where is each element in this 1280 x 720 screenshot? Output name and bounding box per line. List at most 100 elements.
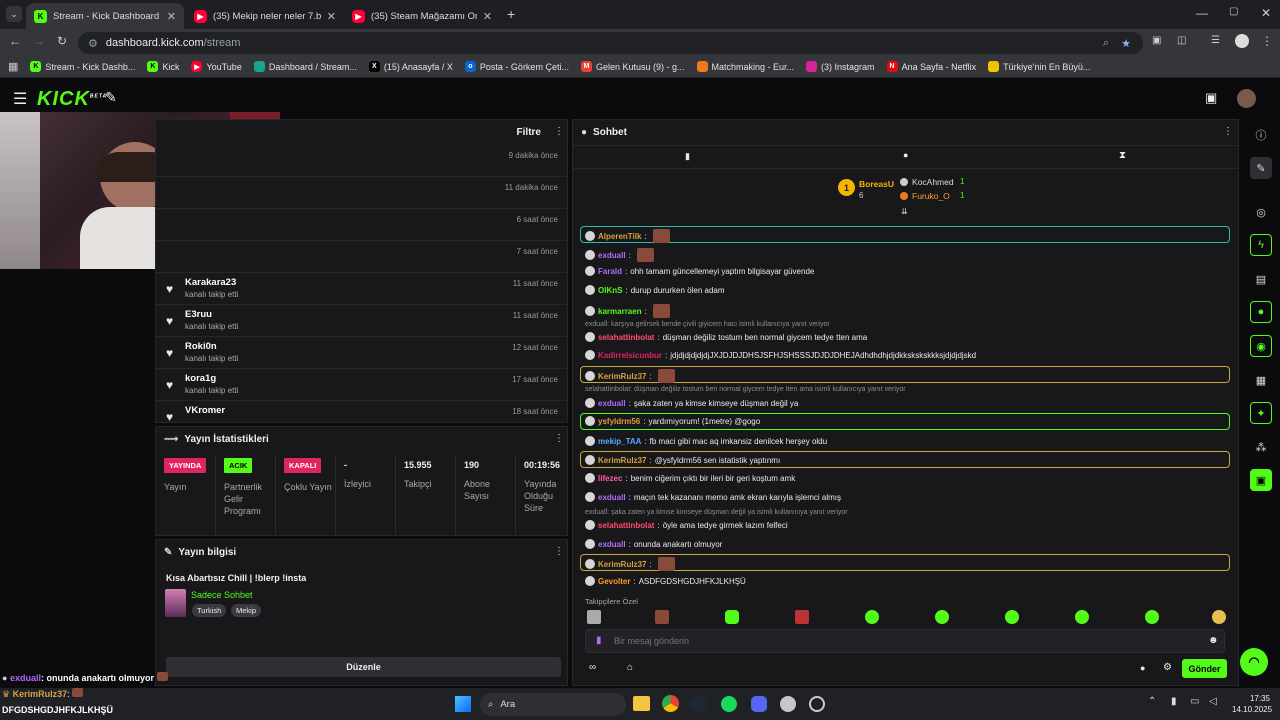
chat-username[interactable]: mekip_TAA: [598, 437, 641, 446]
activity-row[interactable]: 9 dakika önce: [156, 145, 567, 177]
chat-message[interactable]: KerimRulz37:: [585, 369, 675, 383]
close-tab-icon[interactable]: ✕: [167, 10, 176, 23]
wrench-dock-icon[interactable]: ✦: [1250, 402, 1272, 424]
tab-kick-dashboard[interactable]: K Stream - Kick Dashboard ✕: [26, 3, 184, 29]
chat-message[interactable]: KerimRulz37: @ysfyldrm56 sen istatistik y…: [585, 455, 780, 465]
scroll-down-icon[interactable]: ⇊: [901, 207, 908, 216]
user-avatar[interactable]: [1237, 89, 1256, 108]
chat-settings-bubble-icon[interactable]: ●: [1140, 663, 1145, 673]
taskbar-clock[interactable]: 17:35 14.10.2025: [1232, 693, 1272, 715]
chat-username[interactable]: ysfyldrm56: [598, 417, 640, 426]
apps-grid-icon[interactable]: ▦: [8, 60, 18, 73]
chat-message[interactable]: lifezec: benim ciğerim çıktı bir ileri bi…: [585, 473, 795, 483]
emote-icon[interactable]: [1145, 610, 1159, 624]
network-icon[interactable]: ▭: [1190, 696, 1199, 707]
filter-button[interactable]: Filtre: [517, 127, 541, 138]
minimize-icon[interactable]: —: [1196, 6, 1208, 20]
reload-icon[interactable]: ↻: [57, 34, 67, 48]
send-button[interactable]: Gönder: [1182, 659, 1227, 678]
activity-row[interactable]: 6 saat önce: [156, 209, 567, 241]
site-info-icon[interactable]: ⚙: [88, 37, 98, 50]
edit-pencil-icon[interactable]: ✎: [1250, 157, 1272, 179]
forward-icon[interactable]: →: [33, 34, 45, 48]
bookmark-item[interactable]: K Stream - Kick Dashb...: [30, 61, 135, 72]
leader-name[interactable]: Furuko_O: [912, 191, 950, 201]
microphone-tray-icon[interactable]: ▮: [1171, 696, 1177, 707]
bookmark-star-icon[interactable]: ★: [1121, 37, 1131, 50]
tray-overflow-icon[interactable]: ⌃: [1148, 696, 1156, 707]
steam-icon[interactable]: [691, 696, 707, 712]
activity-row[interactable]: 7 saat önce: [156, 241, 567, 273]
chat-username[interactable]: AlperenTilk: [598, 232, 641, 241]
support-headset-icon[interactable]: ◠: [1240, 648, 1268, 676]
activity-row[interactable]: ♥ E3ruu kanalı takip etti 11 saat önce: [156, 305, 567, 337]
chat-message[interactable]: Farald: ohh tamam güncellemeyi yaptım bil…: [585, 266, 814, 276]
chat-username[interactable]: KerimRulz37: [598, 560, 646, 569]
chat-message-input[interactable]: [614, 633, 1194, 649]
spotify-icon[interactable]: [721, 696, 737, 712]
extensions-puzzle-icon[interactable]: ◫: [1177, 35, 1186, 46]
chat-message[interactable]: ysfyldrm56: yardımıyorum! (1metre) @gogo: [585, 416, 760, 426]
activity-menu-icon[interactable]: ⋮: [554, 126, 564, 137]
document-icon[interactable]: ▤: [1250, 268, 1272, 290]
chat-message[interactable]: exduall: şaka zaten ya kimse kimseye düşm…: [585, 398, 798, 408]
chat-username[interactable]: OlKnS: [598, 286, 622, 295]
emote-icon[interactable]: [935, 610, 949, 624]
emoji-icon[interactable]: ☻: [1208, 635, 1219, 646]
bookmark-item[interactable]: N Ana Sayfa - Netflix: [886, 61, 976, 72]
leader-name[interactable]: BoreasU: [859, 179, 894, 189]
reply-context[interactable]: exduall: şaka zaten ya kimse kimseye düş…: [585, 509, 848, 516]
trash-icon[interactable]: ▮: [685, 151, 690, 162]
chat-username[interactable]: karmarraen: [598, 307, 642, 316]
reply-context[interactable]: selahattinbolat: düşman değiliz tostum b…: [585, 386, 906, 393]
broadcast-icon[interactable]: ◉: [1250, 335, 1272, 357]
tab-youtube-1[interactable]: ▶ (35) Mekip neler neler 7.bölüm ✕: [186, 3, 344, 29]
chat-message[interactable]: OlKnS: durup dururken ölen adam: [585, 285, 725, 295]
tab-youtube-2[interactable]: ▶ (35) Steam Mağazamı Onayla A ✕: [344, 3, 500, 29]
maximize-icon[interactable]: ▢: [1229, 6, 1238, 17]
chat-username[interactable]: Kadirrelsicunbur: [598, 351, 662, 360]
microphone-icon[interactable]: ▮: [596, 635, 602, 646]
magic-wand-icon[interactable]: ✎: [105, 89, 117, 106]
tag-turkish[interactable]: Turkish: [192, 604, 227, 617]
browser-menu-icon[interactable]: ⋮: [1261, 34, 1273, 48]
menu-icon[interactable]: ☰: [13, 89, 27, 109]
emote-icon[interactable]: [655, 610, 669, 624]
emote-icon[interactable]: [1212, 610, 1226, 624]
profile-avatar[interactable]: [1235, 34, 1249, 48]
bolt-icon[interactable]: ϟ: [1250, 234, 1272, 256]
emote-icon[interactable]: [1005, 610, 1019, 624]
url-field[interactable]: ⚙ dashboard.kick.com/stream ⌕ ★: [78, 32, 1143, 54]
bookmark-item[interactable]: (3) Instagram: [806, 61, 875, 72]
bookmark-item[interactable]: ▶ YouTube: [191, 61, 242, 72]
bookmark-item[interactable]: Dashboard / Stream...: [253, 61, 357, 72]
chat-username[interactable]: lifezec: [598, 474, 622, 483]
tag-mekip[interactable]: Mekip: [231, 604, 262, 617]
chat-username[interactable]: Gevolter: [598, 577, 630, 586]
emote-icon[interactable]: [795, 610, 809, 624]
chat-username[interactable]: KerimRulz37: [598, 456, 646, 465]
windows-start-icon[interactable]: [455, 696, 471, 712]
emote-icon[interactable]: [865, 610, 879, 624]
bookmark-item[interactable]: Türkiye'nin En Büyü...: [988, 61, 1090, 72]
chat-username[interactable]: KerimRulz37: [598, 372, 646, 381]
edit-button[interactable]: Düzenle: [166, 657, 561, 677]
stats-menu-icon[interactable]: ⋮: [554, 433, 564, 444]
activity-row[interactable]: ♥ VKromer 18 saat önce: [156, 401, 567, 422]
leader-name[interactable]: KocAhmed: [912, 177, 954, 187]
store-icon[interactable]: ⌂: [627, 662, 633, 673]
chat-dock-icon[interactable]: ●: [1250, 301, 1272, 323]
reading-list-icon[interactable]: ☰: [1211, 35, 1220, 46]
bookmark-item[interactable]: Matchmaking - Eur...: [696, 61, 794, 72]
app-circle-icon[interactable]: [809, 696, 825, 712]
back-icon[interactable]: ←: [9, 34, 21, 48]
chat-message[interactable]: selahattinbolat: düşman değiliz tostum be…: [585, 332, 867, 342]
chat-message[interactable]: Gevolter: ASDFGDSHGDJHFKJLKHŞÜ: [585, 576, 746, 586]
chat-username[interactable]: exduall: [598, 399, 626, 408]
emote-icon[interactable]: [1075, 610, 1089, 624]
activity-row[interactable]: ♥ Karakara23 kanalı takip etti 11 saat önce: [156, 273, 567, 305]
chat-message[interactable]: mekip_TAA: fb maci gibi mac aq imkansiz d…: [585, 436, 827, 446]
bus-icon[interactable]: ▦: [1250, 369, 1272, 391]
kick-logo[interactable]: KICKBETA: [37, 88, 107, 111]
chat-username[interactable]: exduall: [598, 540, 626, 549]
